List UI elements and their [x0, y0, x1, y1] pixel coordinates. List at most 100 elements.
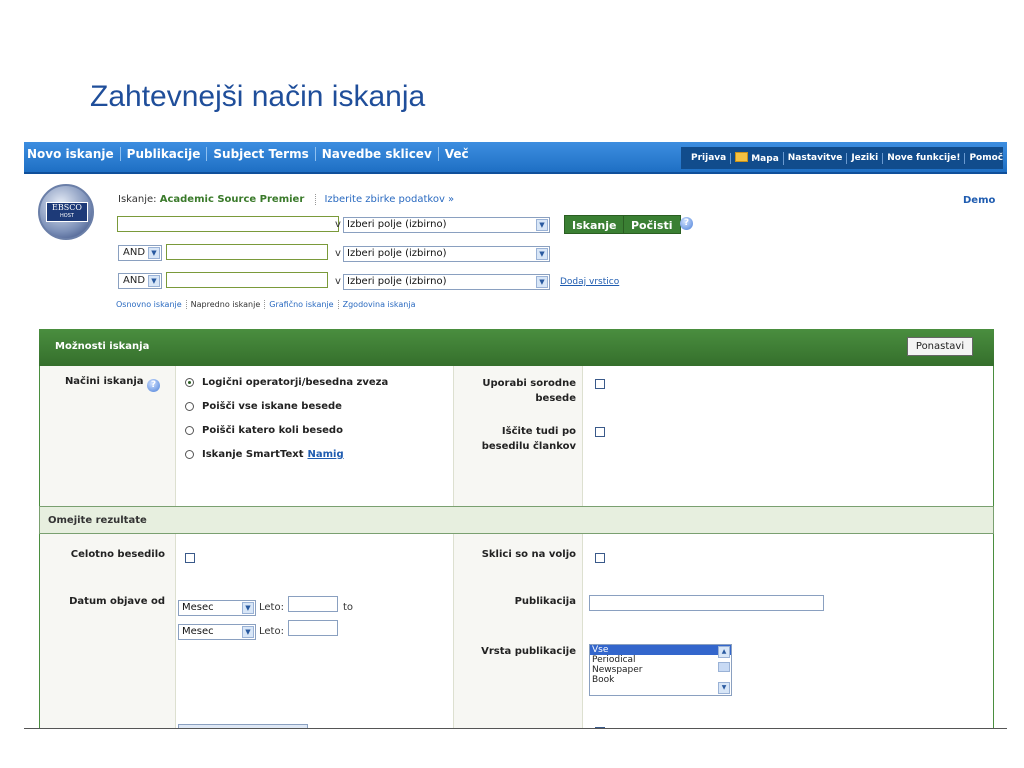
year-label-to: Leto: [259, 626, 284, 637]
year-input-from[interactable] [288, 596, 338, 612]
nav-help[interactable]: Pomoč [965, 153, 1007, 164]
scroll-down-icon[interactable]: ▼ [718, 682, 730, 694]
chevron-down-icon: ▼ [536, 248, 548, 260]
mode-label: Poišči katero koli besedo [202, 425, 343, 436]
mode-label: Poišči vse iskane besede [202, 401, 342, 412]
nav-cited-references[interactable]: Navedbe sklicev [316, 147, 439, 161]
related-words-label: Uporabi sorodne besede [482, 378, 576, 404]
limit-results-header: Omejite rezultate [39, 506, 994, 534]
logo-sub-text: HOST [60, 213, 74, 219]
fulltext-search-checkbox[interactable] [595, 427, 605, 437]
link-visual-search[interactable]: Grafično iskanje [265, 300, 339, 309]
search-button[interactable]: Iskanje [564, 215, 625, 234]
pub-type-listbox[interactable]: Vse Periodical Newspaper Book ▲ ▼ [589, 644, 732, 696]
search-options-body: Načini iskanja ? Logični operatorji/bese… [39, 366, 994, 506]
references-label: Sklici so na voljo [481, 549, 576, 560]
link-advanced-search[interactable]: Napredno iskanje [187, 300, 266, 309]
month-select-from[interactable]: Mesec ▼ [178, 600, 256, 616]
nav-publications[interactable]: Publikacije [121, 147, 208, 161]
pub-type-label: Vrsta publikacije [481, 646, 576, 657]
full-text-checkbox[interactable] [185, 553, 195, 563]
chevron-down-icon: ▼ [148, 275, 160, 287]
operator-select-2[interactable]: AND ▼ [118, 245, 162, 261]
field-select-3[interactable]: Izberi polje (izbirno) ▼ [343, 274, 550, 290]
demo-label: Demo [963, 195, 996, 206]
help-icon[interactable]: ? [680, 217, 693, 230]
publication-label: Publikacija [514, 596, 576, 607]
month-select-to[interactable]: Mesec ▼ [178, 624, 256, 640]
in-label-2: v [335, 248, 341, 259]
chevron-down-icon: ▼ [242, 626, 254, 638]
operator-select-2-value: AND [123, 247, 146, 258]
link-basic-search[interactable]: Osnovno iskanje [112, 300, 187, 309]
nav-sign-in[interactable]: Prijava [687, 152, 732, 164]
nav-folder[interactable]: Mapa [731, 151, 784, 165]
related-words-checkbox[interactable] [595, 379, 605, 389]
chevron-down-icon: ▼ [536, 219, 548, 231]
ebsco-window: Novo iskanje Publikacije Subject Terms N… [24, 142, 1007, 729]
radio-icon [185, 426, 194, 435]
add-row-link[interactable]: Dodaj vrstico [560, 277, 619, 287]
pub-type-option[interactable]: Vse [590, 645, 731, 655]
nav-subject-terms[interactable]: Subject Terms [207, 147, 316, 161]
clear-button[interactable]: Počisti [623, 215, 681, 234]
chevron-down-icon: ▼ [242, 602, 254, 614]
scroll-thumb[interactable] [718, 662, 730, 672]
logo-main-text: EBSCO [52, 203, 82, 212]
chevron-down-icon: ▼ [148, 247, 160, 259]
nav-new-search[interactable]: Novo iskanje [24, 147, 121, 161]
pub-type-option[interactable]: Newspaper [590, 665, 731, 675]
year-label-from: Leto: [259, 602, 284, 613]
field-select-1[interactable]: Izberi polje (izbirno) ▼ [343, 217, 550, 233]
top-nav: Novo iskanje Publikacije Subject Terms N… [24, 142, 1007, 174]
limits-label-column [40, 534, 176, 728]
month-select-to-value: Mesec [182, 626, 214, 637]
nav-right: Prijava Mapa Nastavitve Jeziki Nove funk… [681, 147, 1003, 169]
field-select-2-value: Izberi polje (izbirno) [347, 248, 447, 259]
search-options-title: Možnosti iskanja [55, 341, 150, 352]
operator-select-3[interactable]: AND ▼ [118, 273, 162, 289]
folder-icon [735, 151, 749, 162]
radio-icon [185, 378, 194, 387]
partial-checkbox[interactable] [595, 727, 605, 728]
link-search-history[interactable]: Zgodovina iskanja [339, 300, 420, 309]
hint-link[interactable]: Namig [307, 449, 343, 460]
scroll-up-icon[interactable]: ▲ [718, 646, 730, 658]
nav-more[interactable]: Več [439, 147, 475, 161]
reset-button[interactable]: Ponastavi [907, 337, 973, 356]
nav-languages[interactable]: Jeziki [847, 152, 884, 164]
listbox-scrollbar[interactable]: ▲ ▼ [718, 646, 730, 694]
nav-folder-label: Mapa [751, 153, 779, 164]
search-type-links: Osnovno iskanje Napredno iskanje Grafičn… [112, 300, 420, 309]
mode-option-smarttext[interactable]: Iskanje SmartText Namig [185, 449, 344, 460]
to-label: to [343, 602, 354, 613]
full-text-label: Celotno besedilo [70, 549, 165, 560]
nav-preferences[interactable]: Nastavitve [784, 152, 848, 164]
nav-new-features[interactable]: Nove funkcije! [883, 152, 966, 164]
in-label-3: v [335, 276, 341, 287]
publication-input[interactable] [589, 595, 824, 611]
mode-option-any-word[interactable]: Poišči katero koli besedo [185, 425, 343, 436]
search-input-2[interactable] [166, 244, 328, 260]
operator-select-3-value: AND [123, 275, 146, 286]
search-modes-label: Načini iskanja ? [50, 376, 160, 392]
search-input-1[interactable] [117, 216, 339, 232]
year-input-to[interactable] [288, 620, 338, 636]
mode-label: Iskanje SmartText [202, 449, 304, 460]
limit-results-body: Celotno besedilo Sklici so na voljo Datu… [39, 534, 994, 728]
search-options-header: Možnosti iskanja Ponastavi [39, 329, 994, 366]
pub-type-option[interactable]: Book [590, 675, 731, 685]
pub-type-option[interactable]: Periodical [590, 655, 731, 665]
choose-databases-link[interactable]: Izberite zbirke podatkov » [315, 194, 455, 205]
search-input-3[interactable] [166, 272, 328, 288]
mode-option-all-words[interactable]: Poišči vse iskane besede [185, 401, 342, 412]
slide-title: Zahtevnejši način iskanja [90, 80, 426, 113]
partial-select-field[interactable] [178, 724, 308, 728]
field-select-2[interactable]: Izberi polje (izbirno) ▼ [343, 246, 550, 262]
radio-icon [185, 402, 194, 411]
references-checkbox[interactable] [595, 553, 605, 563]
ebsco-logo: EBSCO HOST [38, 184, 94, 240]
help-icon[interactable]: ? [147, 379, 160, 392]
mode-option-boolean[interactable]: Logični operatorji/besedna zveza [185, 377, 388, 388]
chevron-down-icon: ▼ [536, 276, 548, 288]
